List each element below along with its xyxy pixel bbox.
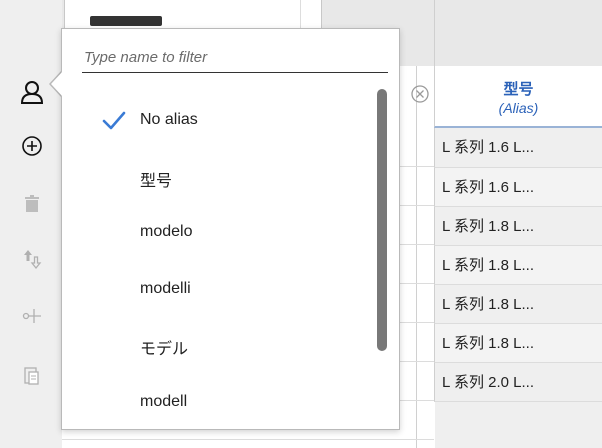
swap-icon (24, 250, 42, 270)
table-row[interactable]: L 系列 1.8 L... (434, 285, 602, 324)
data-rows: L 系列 1.6 L... L 系列 1.6 L... L 系列 1.8 L..… (434, 128, 602, 402)
popup-pointer-fill (51, 71, 63, 97)
table-row[interactable]: L 系列 2.0 L... (434, 363, 602, 402)
alias-button[interactable] (18, 78, 46, 106)
table-row[interactable]: L 系列 1.8 L... (434, 246, 602, 285)
split-button[interactable] (18, 302, 46, 330)
alias-option-no-alias[interactable]: No alias (140, 111, 198, 129)
dropdown-scrollbar[interactable] (377, 89, 387, 351)
person-icon (20, 81, 44, 104)
cut-icon (22, 309, 41, 323)
checkmark-icon (102, 111, 126, 130)
add-button[interactable] (18, 132, 46, 160)
add-circle-icon (22, 136, 42, 156)
clear-column-icon[interactable] (410, 84, 430, 104)
alias-option[interactable]: modell (140, 393, 187, 411)
selector-value-bar (90, 16, 162, 26)
delete-button[interactable] (18, 190, 46, 218)
swap-button[interactable] (18, 245, 46, 273)
paste-icon (24, 367, 39, 385)
column-header-title: 型号 (503, 81, 534, 98)
alias-option[interactable]: 型号 (140, 167, 172, 191)
alias-option[interactable]: モデル (140, 335, 188, 359)
selector-chevron-icon[interactable] (300, 0, 321, 29)
trash-icon (25, 195, 39, 212)
column-header[interactable]: 型号 (Alias) (434, 66, 602, 128)
column-divider (434, 0, 435, 66)
table-row[interactable]: L 系列 1.8 L... (434, 207, 602, 246)
column-header-subtitle: (Alias) (498, 100, 539, 116)
alias-option[interactable]: modelo (140, 223, 192, 241)
table-row[interactable]: L 系列 1.8 L... (434, 324, 602, 363)
alias-dropdown: No alias 型号 modelo modelli モデル modell (61, 28, 400, 430)
table-row[interactable]: L 系列 1.6 L... (434, 168, 602, 207)
left-toolbar (0, 0, 62, 448)
paste-button[interactable] (18, 362, 46, 390)
alias-option[interactable]: modelli (140, 280, 191, 298)
alias-filter-input[interactable] (82, 43, 388, 73)
table-row[interactable]: L 系列 1.6 L... (434, 128, 602, 168)
